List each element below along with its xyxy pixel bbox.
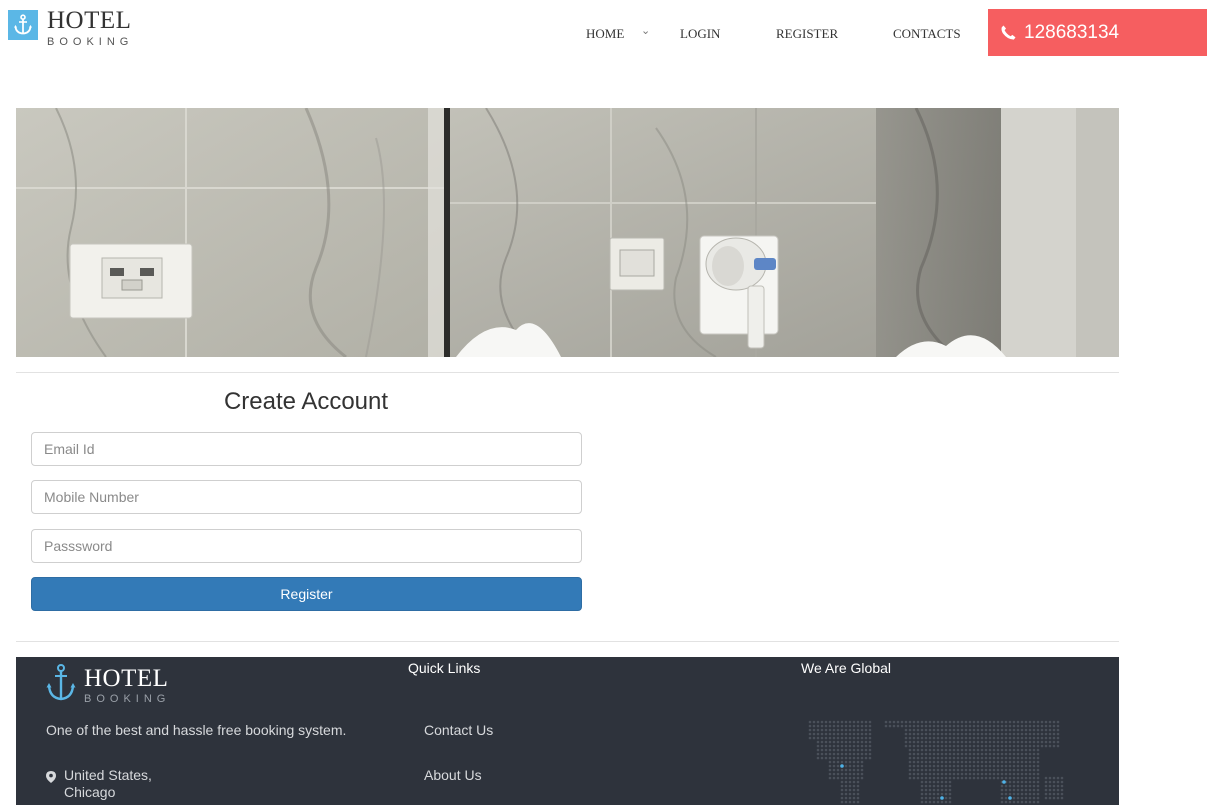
- section-divider: [16, 641, 1119, 642]
- site-header: HOTEL BOOKING HOME ⌄ LOGIN REGISTER CONT…: [0, 0, 1207, 64]
- footer-tagline: One of the best and hassle free booking …: [46, 722, 347, 738]
- world-map-icon: [808, 720, 1064, 804]
- banner-image: [16, 108, 1119, 357]
- quick-links-heading: Quick Links: [408, 660, 481, 676]
- footer-link-about-us[interactable]: About Us: [424, 767, 482, 783]
- chevron-down-icon[interactable]: ⌄: [641, 24, 650, 37]
- address-line: Chicago: [64, 784, 116, 800]
- nav-login[interactable]: LOGIN: [680, 26, 720, 42]
- footer-logo-title: HOTEL: [84, 665, 169, 692]
- site-footer: HOTEL BOOKING One of the best and hassle…: [16, 657, 1119, 805]
- phone-button[interactable]: 128683134: [988, 9, 1207, 56]
- email-field[interactable]: [31, 432, 582, 466]
- map-pin-icon: [46, 770, 56, 783]
- section-divider: [16, 372, 1119, 373]
- register-button[interactable]: Register: [31, 577, 582, 611]
- mobile-number-field[interactable]: [31, 480, 582, 514]
- global-heading: We Are Global: [801, 660, 892, 676]
- page-title: Create Account: [223, 388, 389, 415]
- nav-contacts[interactable]: CONTACTS: [893, 26, 961, 42]
- anchor-icon: [46, 662, 76, 707]
- footer-link-contact-us[interactable]: Contact Us: [424, 722, 493, 738]
- nav-home[interactable]: HOME: [586, 26, 624, 42]
- phone-number: 128683134: [1024, 21, 1120, 43]
- nav-register[interactable]: REGISTER: [776, 26, 838, 42]
- footer-logo[interactable]: HOTEL BOOKING: [46, 662, 170, 707]
- phone-icon: [1000, 24, 1017, 41]
- footer-logo-subtitle: BOOKING: [84, 693, 171, 705]
- password-field[interactable]: [31, 529, 582, 563]
- address-line: United States,: [64, 767, 152, 783]
